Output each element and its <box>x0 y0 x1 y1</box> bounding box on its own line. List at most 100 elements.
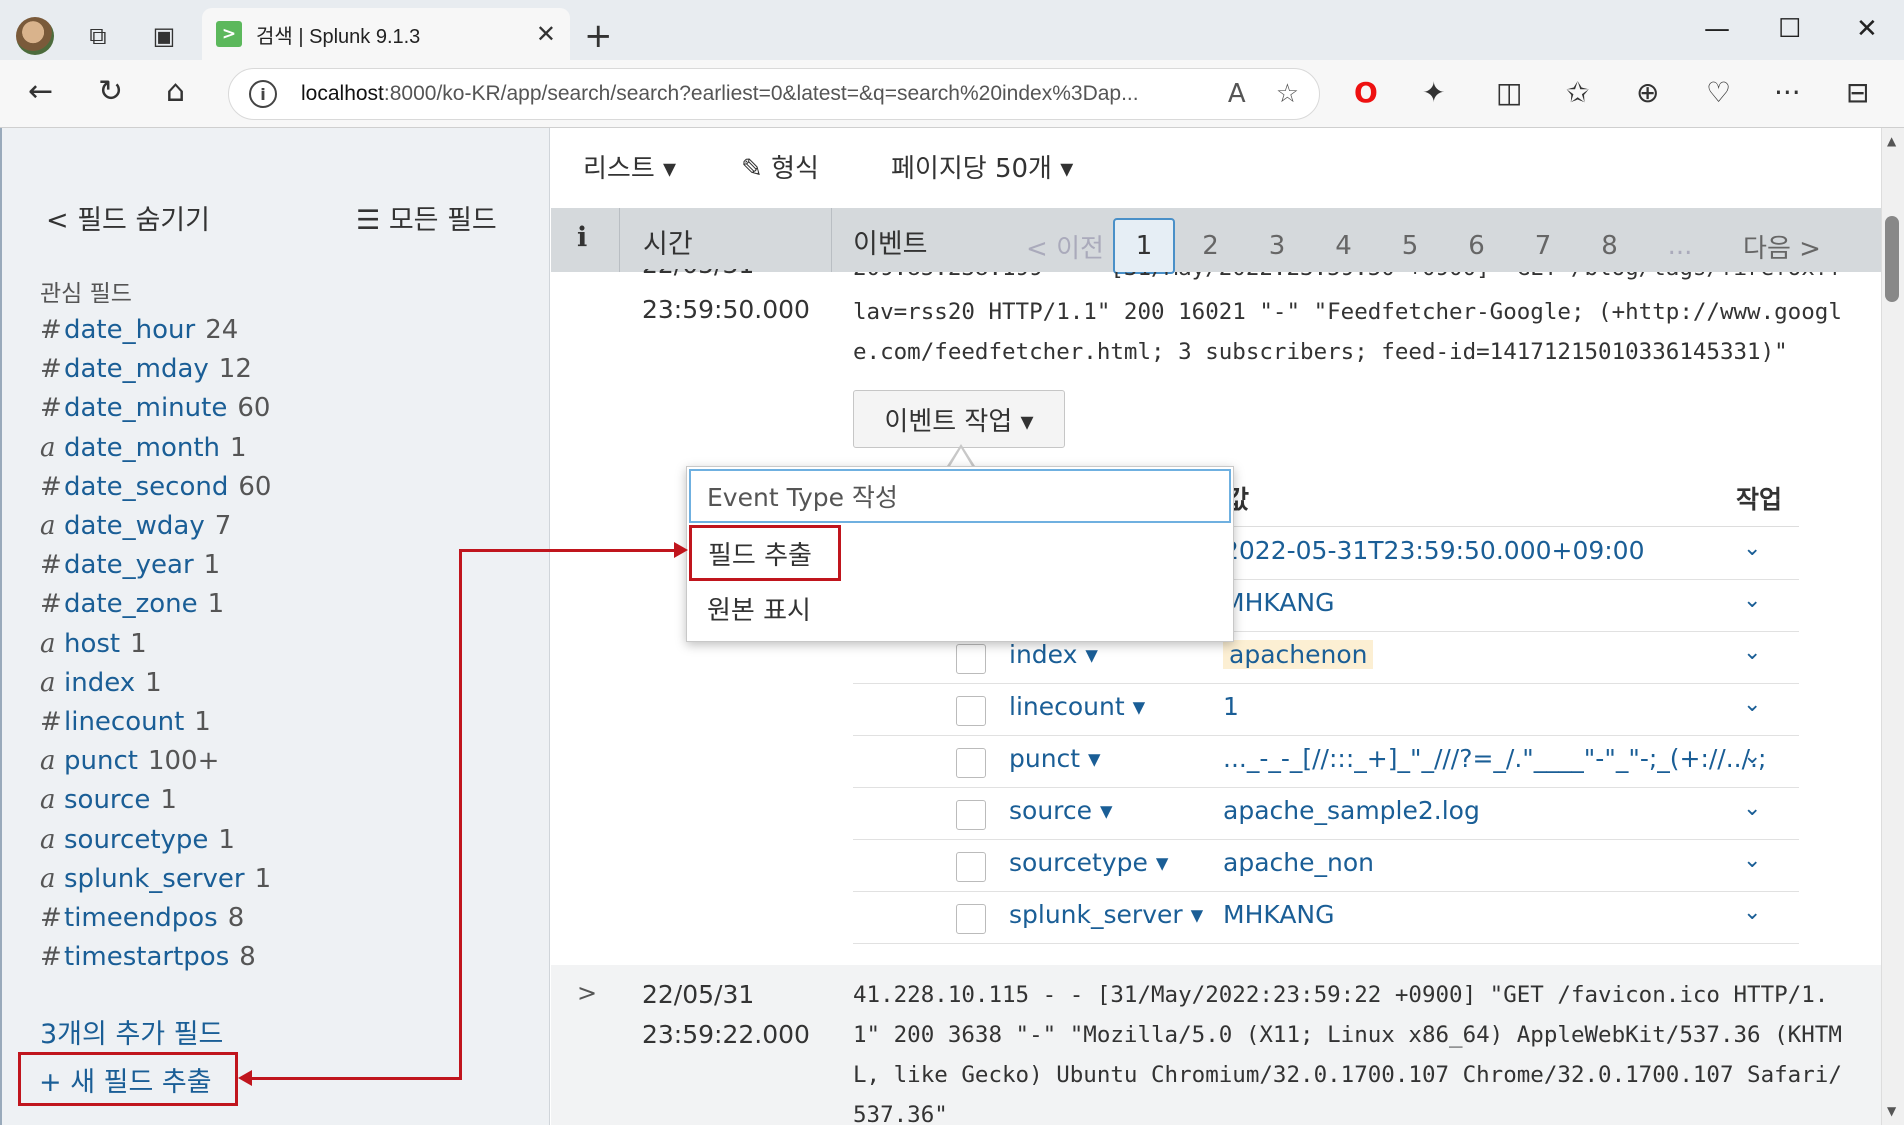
event-field-name[interactable]: sourcetype ▾ <box>1009 848 1168 877</box>
pager-page[interactable]: 8 <box>1579 218 1641 274</box>
event-field-name[interactable]: source ▾ <box>1009 796 1113 825</box>
event-actions-button[interactable]: 이벤트 작업 ▾ <box>853 390 1065 448</box>
tab-close-icon[interactable]: ✕ <box>536 20 556 48</box>
tab-actions-icon[interactable]: ▣ <box>146 18 182 54</box>
event-field-value[interactable]: apache_non <box>1223 848 1374 877</box>
event-field-name[interactable]: linecount ▾ <box>1009 692 1145 721</box>
chevron-down-icon[interactable]: ⌄ <box>1743 900 1761 925</box>
sidebar-field-item[interactable]: a index 1 <box>40 667 162 699</box>
list-view-dropdown[interactable]: 리스트 ▾ <box>583 148 676 185</box>
pager-page[interactable]: 2 <box>1180 218 1242 274</box>
extensions-icon[interactable]: ✦ <box>1422 76 1445 109</box>
site-info-icon[interactable]: i <box>249 80 277 108</box>
scroll-up-icon[interactable]: ▲ <box>1887 134 1896 148</box>
more-fields-link[interactable]: 3개의 추가 필드 <box>40 1012 223 1051</box>
read-aloud-icon[interactable]: A <box>1228 79 1246 109</box>
collections-icon[interactable]: ⊕ <box>1636 76 1659 109</box>
event-field-value[interactable]: ..._-_-_[//:::_+]_"_///?=_/."____"-"_"-;… <box>1223 744 1766 773</box>
pager-page[interactable]: 1 <box>1113 218 1175 274</box>
refresh-icon[interactable]: ↻ <box>98 74 123 109</box>
opera-icon[interactable]: O <box>1354 76 1378 109</box>
sidebar-field-item[interactable]: a date_month 1 <box>40 432 247 464</box>
event-field-value[interactable]: apachenon <box>1223 640 1374 669</box>
sidebar-field-item[interactable]: #timeendpos 8 <box>40 902 244 934</box>
field-checkbox[interactable] <box>956 904 986 934</box>
pager-page[interactable]: 7 <box>1512 218 1574 274</box>
event-field-value[interactable]: apache_sample2.log <box>1223 796 1480 825</box>
pager-page[interactable]: 4 <box>1313 218 1375 274</box>
sidebar-field-item[interactable]: a sourcetype 1 <box>40 824 235 856</box>
field-checkbox[interactable] <box>956 644 986 674</box>
field-count: 12 <box>218 354 252 385</box>
chevron-down-icon[interactable]: ⌄ <box>1743 848 1761 873</box>
time-column-header[interactable]: 시간 <box>643 222 693 261</box>
back-icon[interactable]: ← <box>28 74 53 109</box>
sidebar-field-item[interactable]: a source 1 <box>40 784 177 816</box>
sidebar-field-item[interactable]: #date_year 1 <box>40 549 220 581</box>
pager-page[interactable]: 6 <box>1446 218 1508 274</box>
expand-event-icon[interactable]: > <box>577 979 597 1007</box>
event-field-name[interactable]: index ▾ <box>1009 640 1098 669</box>
chevron-down-icon[interactable]: ⌄ <box>1743 640 1761 665</box>
minimize-icon[interactable]: — <box>1704 14 1730 44</box>
all-fields-link[interactable]: ☰ 모든 필드 <box>356 198 497 237</box>
browser-tab-active[interactable]: > 검색 | Splunk 9.1.3 ✕ <box>202 8 570 60</box>
format-button[interactable]: ✎ 형식 <box>741 148 819 185</box>
pager-page[interactable]: 5 <box>1379 218 1441 274</box>
sidebar-field-item[interactable]: a splunk_server 1 <box>40 863 271 895</box>
field-checkbox[interactable] <box>956 696 986 726</box>
sidebar-field-item[interactable]: a date_wday 7 <box>40 510 231 542</box>
favorite-star-icon[interactable]: ☆ <box>1276 79 1299 109</box>
scrollbar-thumb[interactable] <box>1885 216 1899 302</box>
workspaces-icon[interactable]: ⧉ <box>80 18 116 54</box>
url-text[interactable]: localhost:8000/ko-KR/app/search/search?e… <box>301 82 1198 106</box>
sidebar-field-item[interactable]: #date_mday 12 <box>40 353 252 385</box>
scroll-down-icon[interactable]: ▼ <box>1887 1104 1896 1118</box>
extract-new-field-link[interactable]: + 새 필드 추출 <box>18 1052 238 1106</box>
hide-fields-link[interactable]: < 필드 숨기기 <box>46 198 210 237</box>
maximize-icon[interactable]: ☐ <box>1778 14 1801 44</box>
chevron-down-icon[interactable]: ⌄ <box>1743 588 1761 613</box>
pager-next[interactable]: 다음 > <box>1727 218 1837 274</box>
chevron-down-icon[interactable]: ⌄ <box>1743 536 1761 561</box>
field-count: 1 <box>160 785 177 816</box>
per-page-dropdown[interactable]: 페이지당 50개 ▾ <box>891 148 1073 185</box>
sidebar-field-item[interactable]: a host 1 <box>40 628 147 660</box>
sidebar-field-item[interactable]: a punct 100+ <box>40 745 219 777</box>
profile-avatar[interactable] <box>16 17 54 55</box>
menu-item-extract-fields[interactable]: 필드 추출 <box>689 525 841 581</box>
sidebar-field-item[interactable]: #date_minute 60 <box>40 392 270 424</box>
field-checkbox[interactable] <box>956 800 986 830</box>
sidebar-field-item[interactable]: #timestartpos 8 <box>40 941 256 973</box>
event-field-value[interactable]: MHKANG <box>1223 588 1335 617</box>
home-icon[interactable]: ⌂ <box>166 74 185 109</box>
event-field-value[interactable]: MHKANG <box>1223 900 1335 929</box>
event-field-name[interactable]: splunk_server ▾ <box>1009 900 1203 929</box>
sidebar-toggle-icon[interactable]: ⊟ <box>1846 76 1869 109</box>
new-tab-button[interactable]: + <box>584 18 613 54</box>
field-checkbox[interactable] <box>956 748 986 778</box>
chevron-down-icon[interactable]: ⌄ <box>1743 796 1761 821</box>
browser-essentials-icon[interactable]: ♡ <box>1706 76 1731 109</box>
more-menu-icon[interactable]: ··· <box>1774 76 1801 109</box>
sidebar-field-item[interactable]: #date_zone 1 <box>40 588 224 620</box>
sidebar-field-item[interactable]: #date_hour 24 <box>40 314 238 346</box>
field-name: punct <box>64 746 138 777</box>
field-name: date_zone <box>64 589 198 620</box>
event1-time: 23:59:50.000 <box>642 295 810 324</box>
chevron-down-icon[interactable]: ⌄ <box>1743 692 1761 717</box>
sidebar-field-item[interactable]: #linecount 1 <box>40 706 211 738</box>
event-field-value[interactable]: 1 <box>1223 692 1239 721</box>
menu-item-show-source[interactable]: 원본 표시 <box>707 585 811 637</box>
pager-page[interactable]: 3 <box>1246 218 1308 274</box>
field-checkbox[interactable] <box>956 852 986 882</box>
menu-item-create-event-type[interactable]: Event Type 작성 <box>689 469 1231 523</box>
chevron-down-icon[interactable]: ⌄ <box>1743 744 1761 769</box>
split-screen-icon[interactable]: ◫ <box>1496 76 1522 109</box>
event-field-name[interactable]: punct ▾ <box>1009 744 1101 773</box>
address-bar[interactable]: i localhost:8000/ko-KR/app/search/search… <box>228 68 1320 120</box>
favorites-icon[interactable]: ✩ <box>1566 76 1589 109</box>
sidebar-field-item[interactable]: #date_second 60 <box>40 471 271 503</box>
event-field-value[interactable]: 2022-05-31T23:59:50.000+09:00 <box>1223 536 1645 565</box>
window-close-icon[interactable]: ✕ <box>1856 14 1878 44</box>
